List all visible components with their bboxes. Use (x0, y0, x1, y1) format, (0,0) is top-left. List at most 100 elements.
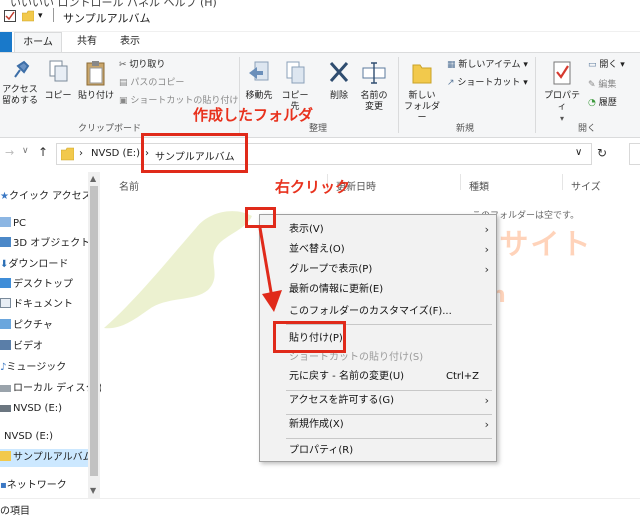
title-bar: いいいい ロントロール パネル ヘルプ (H) ▾ サンプルアルバム (0, 0, 640, 32)
nav-documents[interactable]: ドキュメント (0, 296, 73, 314)
ribbon-separator (535, 57, 536, 133)
submenu-arrow-icon: › (484, 243, 489, 256)
copy-label: コピー (44, 91, 72, 101)
tab-home[interactable]: ホーム (14, 32, 62, 52)
menu-item-give-access[interactable]: アクセスを許可する(G) › (261, 391, 497, 411)
menu-item-group-by[interactable]: グループで表示(P) › (261, 260, 497, 280)
refresh-icon[interactable]: ↻ (597, 146, 607, 160)
nav-desktop[interactable]: デスクトップ (0, 276, 73, 294)
nav-pc[interactable]: PC (0, 215, 26, 233)
breadcrumb-drive[interactable]: NVSD (E:) (91, 148, 140, 159)
nav-downloads[interactable]: ⬇ダウンロード (0, 256, 68, 274)
column-name[interactable]: 名前 (119, 178, 139, 193)
search-box[interactable] (629, 143, 640, 165)
ribbon-tabs: ホーム 共有 表示 (0, 32, 640, 52)
rename-label-1: 名前の (360, 91, 388, 101)
submenu-arrow-icon: › (484, 263, 489, 276)
new-folder-label-1: 新しい (408, 91, 436, 101)
properties-icon (550, 59, 574, 89)
menu-item-refresh[interactable]: 最新の情報に更新(E) (261, 280, 497, 300)
nav-network[interactable]: ▪ネットワーク (0, 477, 67, 495)
column-size[interactable]: サイズ (571, 178, 601, 193)
menu-item-customize[interactable]: このフォルダーのカスタマイズ(F)... (261, 302, 497, 322)
address-dropdown-icon[interactable]: ∨ (575, 147, 582, 158)
nav-pictures[interactable]: ピクチャ (0, 317, 53, 335)
status-bar: の項目 (0, 498, 640, 520)
nav-sample-album[interactable]: サンプルアルバム (0, 449, 93, 467)
move-icon (247, 59, 271, 89)
tab-view[interactable]: 表示 (112, 32, 148, 52)
navigation-row: → ∨ ↑ › NVSD (E:) › サンプルアルバム ∨ ↻ (0, 140, 640, 168)
menu-item-properties[interactable]: プロパティ(R) (261, 441, 497, 461)
document-icon (0, 298, 11, 308)
path-icon: ▤ (119, 78, 128, 88)
move-to-button[interactable]: 移動先 (244, 59, 274, 102)
clipboard-group-label: クリップボード (78, 124, 142, 134)
new-item-icon: ▦ (447, 60, 456, 70)
copy-path-button[interactable]: ▤ パスのコピー (119, 77, 184, 89)
column-separator[interactable] (460, 174, 461, 190)
shortcut-icon: ↗ (447, 78, 455, 88)
new-item-button[interactable]: ▦ 新しいアイテム ▾ (447, 59, 528, 71)
nav-nvsd[interactable]: NVSD (E:) (0, 400, 62, 418)
nav-3d-objects[interactable]: 3D オブジェクト (0, 235, 90, 253)
menu-item-view[interactable]: 表示(V) › (261, 220, 497, 240)
paste-icon (84, 59, 108, 89)
navigation-pane: ★クイック アクセス PC 3D オブジェクト ⬇ダウンロード デスクトップ ド… (0, 172, 110, 512)
picture-icon (0, 319, 11, 329)
menu-item-sort[interactable]: 並べ替え(O) › (261, 240, 497, 260)
copy-icon (47, 59, 69, 89)
folder-icon (0, 451, 11, 461)
copy-button[interactable]: コピー (44, 59, 72, 102)
open-button[interactable]: ▭ 開く ▾ (588, 59, 625, 71)
folder-icon (21, 10, 35, 22)
menu-item-undo-rename[interactable]: 元に戻す - 名前の変更(U) Ctrl+Z (261, 367, 497, 387)
cut-button[interactable]: ✂ 切り取り (119, 59, 165, 71)
menu-item-new[interactable]: 新規作成(X) › (261, 415, 497, 435)
paste-button[interactable]: 貼り付け (77, 59, 115, 102)
scissors-icon: ✂ (119, 60, 127, 70)
edit-button[interactable]: ✎ 編集 (588, 79, 616, 91)
scroll-down-icon[interactable]: ▼ (90, 486, 96, 495)
column-type[interactable]: 種類 (469, 178, 489, 193)
explorer-window: いいいい ロントロール パネル ヘルプ (H) ▾ サンプルアルバム ホーム 共… (0, 0, 640, 520)
title-separator (53, 8, 54, 22)
new-folder-button[interactable]: 新しい フォルダー (402, 59, 442, 124)
cube-icon (0, 237, 11, 247)
tab-share[interactable]: 共有 (70, 32, 104, 52)
rename-icon (361, 59, 387, 89)
history-icon: ◔ (588, 98, 596, 108)
recent-dropdown-icon[interactable]: ∨ (22, 146, 29, 156)
easy-access-button[interactable]: ↗ ショートカット ▾ (447, 77, 528, 89)
ribbon: アクセス 留めする コピー 貼り付け ✂ 切り取り ▤ パスのコピー ▣ ショー… (0, 52, 640, 138)
column-separator[interactable] (562, 174, 563, 190)
annotation-box-address (141, 133, 248, 173)
pin-quick-access-button[interactable]: アクセス 留めする (0, 59, 40, 107)
address-bar[interactable]: › NVSD (E:) › サンプルアルバム ∨ (56, 143, 592, 165)
nav-nvsd-root[interactable]: NVSD (E:) (4, 428, 53, 446)
tab-file[interactable] (0, 32, 12, 52)
annotation-created-folder: 作成したフォルダ (193, 106, 314, 124)
history-button[interactable]: ◔ 履歴 (588, 97, 617, 109)
quick-access-dropdown-icon[interactable]: ▾ (38, 10, 48, 22)
star-icon: ★ (0, 191, 9, 202)
properties-button[interactable]: プロパティ ▾ (540, 59, 584, 124)
drive-icon (0, 385, 11, 392)
nav-quick-access[interactable]: ★クイック アクセス (0, 188, 92, 206)
watermark-swoosh (104, 211, 252, 329)
nav-videos[interactable]: ビデオ (0, 338, 43, 356)
submenu-arrow-icon: › (484, 394, 489, 407)
annotation-box-click-point (245, 207, 276, 228)
delete-button[interactable]: 削除 (325, 59, 353, 102)
ribbon-separator (398, 57, 399, 133)
rename-label-2: 変更 (364, 102, 383, 112)
delete-label: 削除 (329, 91, 348, 101)
scroll-up-icon[interactable]: ▲ (90, 174, 96, 183)
up-arrow-icon[interactable]: ↑ (38, 145, 48, 159)
rename-button[interactable]: 名前の 変更 (358, 59, 390, 113)
copy-to-icon (283, 59, 307, 89)
forward-arrow-icon[interactable]: → (5, 146, 14, 159)
submenu-arrow-icon: › (484, 223, 489, 236)
checkbox-icon[interactable] (4, 10, 16, 22)
nav-music[interactable]: ♪ミュージック (0, 359, 66, 377)
